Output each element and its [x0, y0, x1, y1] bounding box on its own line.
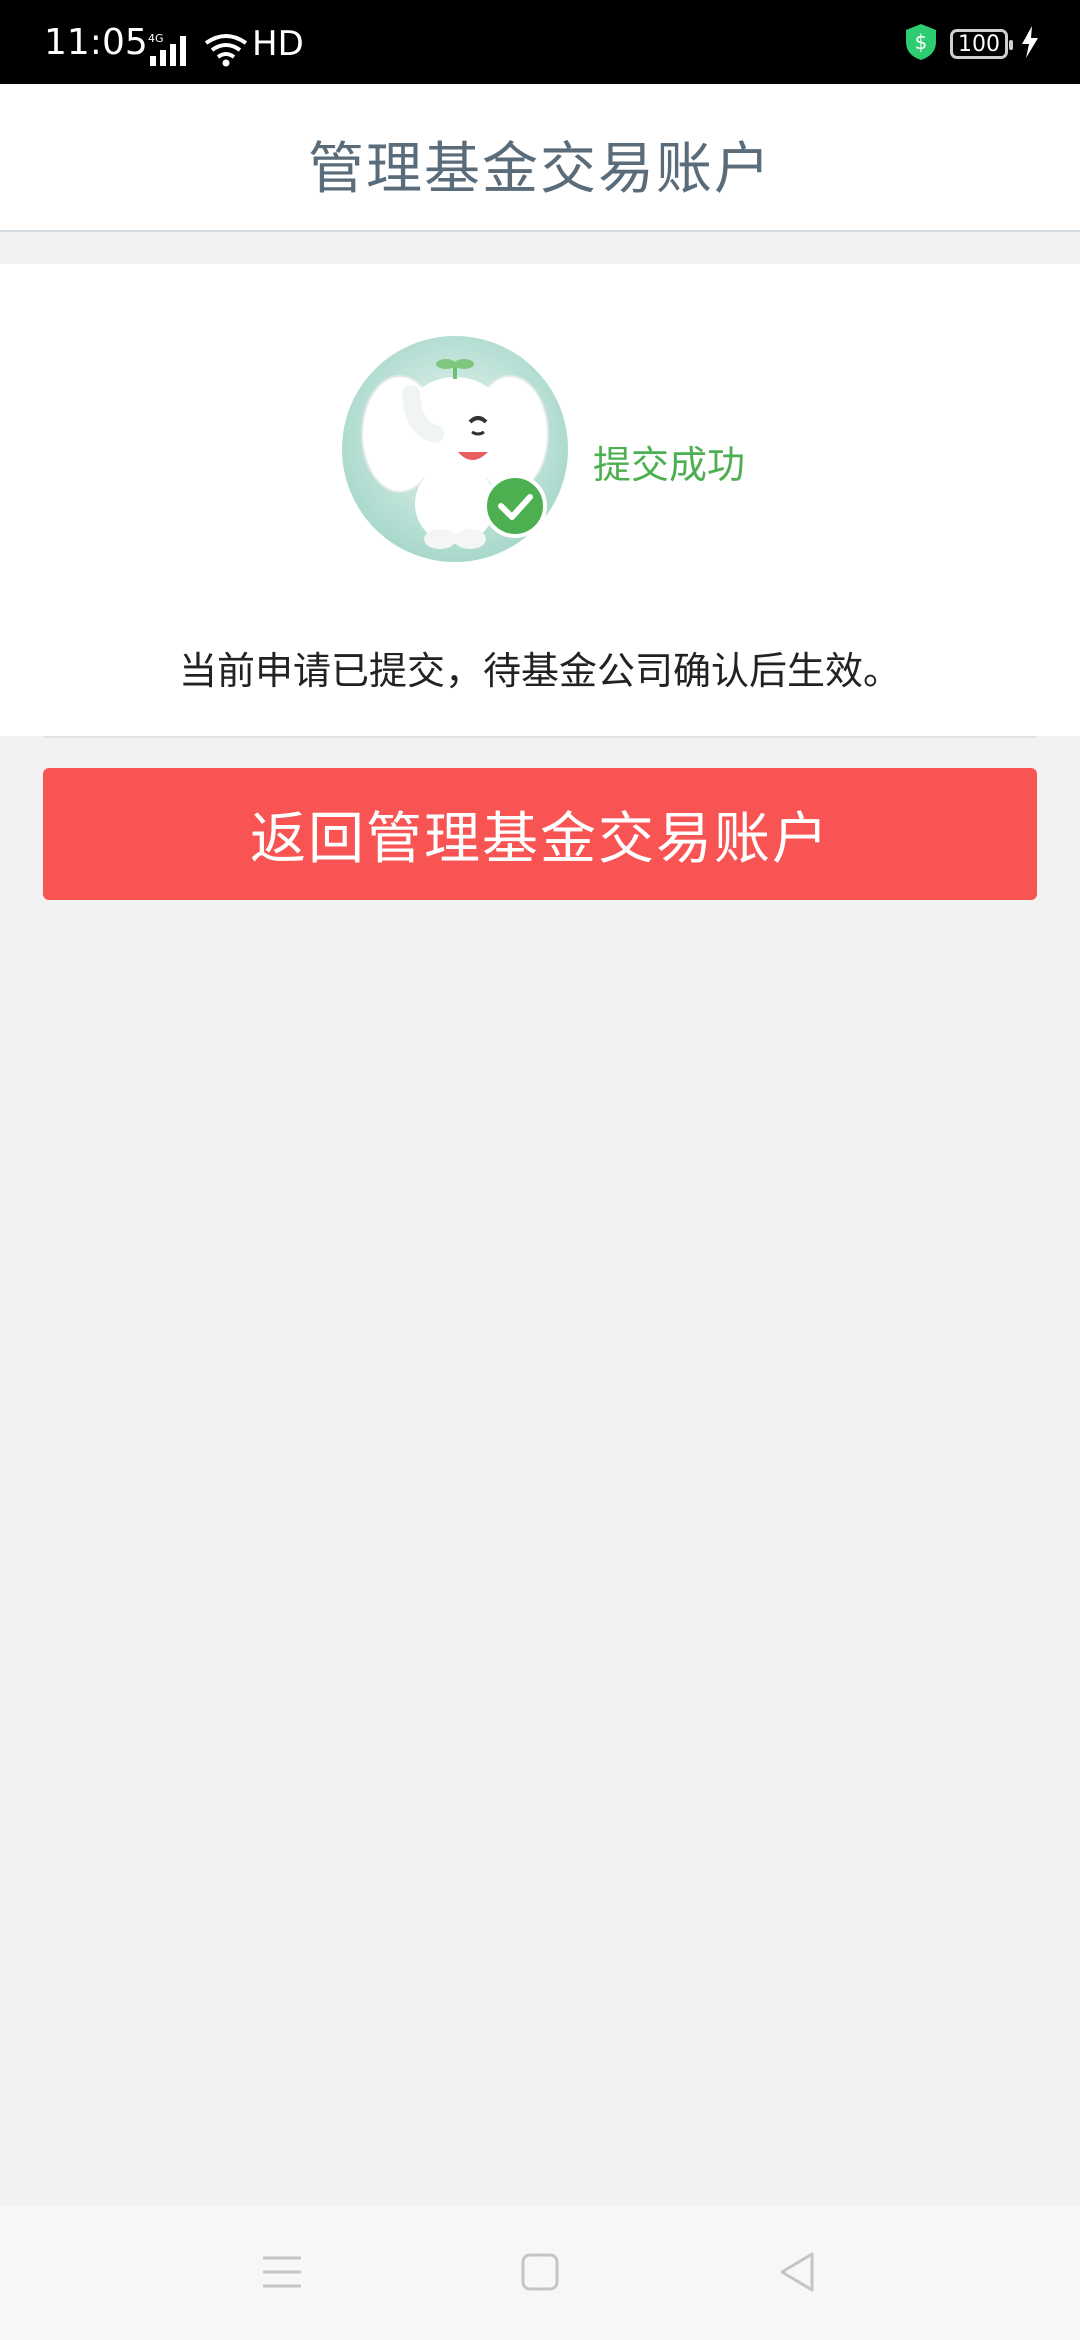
back-icon[interactable] — [766, 2242, 826, 2302]
system-nav-bar — [0, 2206, 1080, 2340]
page-header: 管理基金交易账户 — [0, 84, 1080, 232]
home-icon[interactable] — [510, 2242, 570, 2302]
status-bar: 11:05 4G HD $ 100 — [0, 0, 1080, 84]
result-message: 当前申请已提交，待基金公司确认后生效。 — [178, 649, 901, 693]
battery-level: 100 — [958, 31, 1000, 57]
return-manage-account-button[interactable]: 返回管理基金交易账户 — [43, 768, 1037, 900]
security-shield-icon: $ — [904, 22, 938, 66]
divider — [44, 736, 1036, 738]
network-type-label: 4G — [148, 32, 164, 45]
status-time: 11:05 — [44, 22, 148, 63]
charging-icon — [1020, 26, 1040, 62]
wifi-icon — [204, 33, 248, 71]
page-title: 管理基金交易账户 — [308, 137, 772, 202]
status-left-icons: 4G — [148, 32, 248, 72]
status-right-icons: $ 100 — [904, 22, 1040, 66]
signal-icon: 4G — [148, 32, 194, 72]
elephant-mascot-image — [340, 334, 570, 564]
submit-success-label: 提交成功 — [593, 443, 746, 487]
battery-icon: 100 — [950, 29, 1013, 59]
svg-text:$: $ — [915, 30, 928, 54]
menu-icon[interactable] — [252, 2242, 312, 2302]
result-card: 提交成功 当前申请已提交，待基金公司确认后生效。 — [0, 264, 1080, 736]
hd-label: HD — [252, 24, 304, 64]
